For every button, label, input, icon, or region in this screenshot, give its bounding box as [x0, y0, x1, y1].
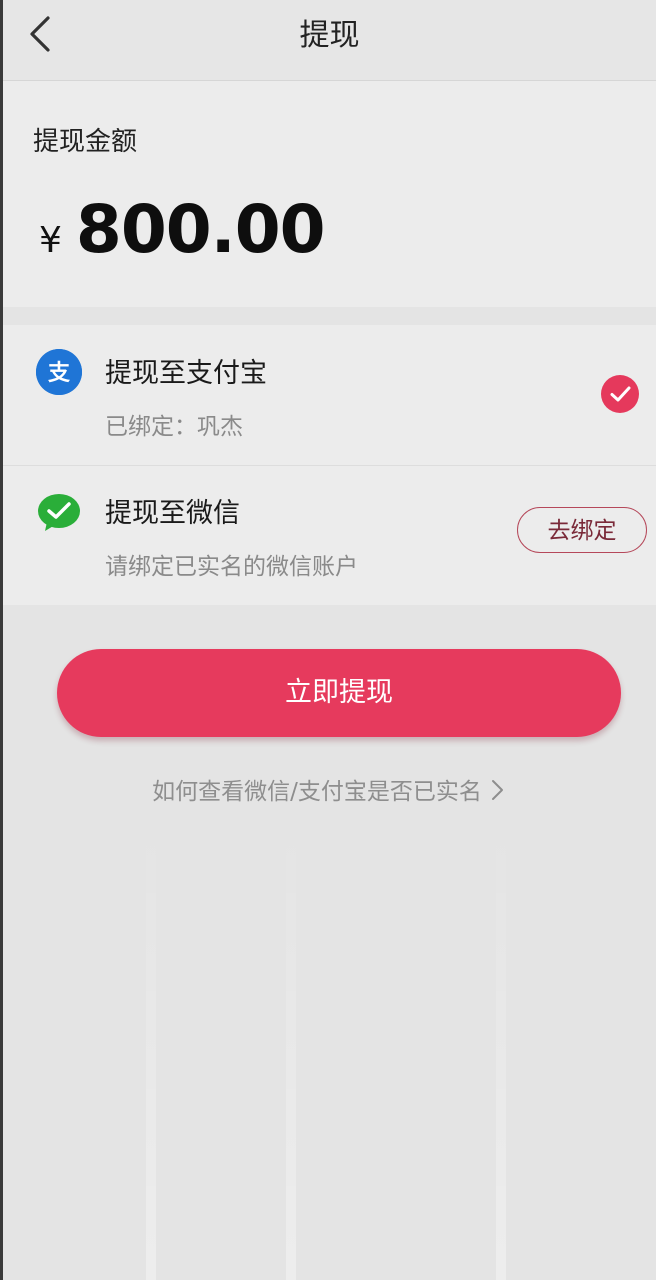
- selected-check-icon[interactable]: [601, 375, 639, 413]
- realname-help-link[interactable]: 如何查看微信/支付宝是否已实名: [0, 772, 656, 808]
- amount-value: 800.00: [75, 191, 326, 268]
- currency-symbol: ¥: [39, 220, 62, 261]
- withdraw-now-button[interactable]: 立即提现: [57, 649, 621, 737]
- alipay-icon: 支: [36, 349, 82, 395]
- option-wechat[interactable]: 提现至微信 请绑定已实名的微信账户 去绑定: [3, 465, 656, 605]
- svg-text:支: 支: [48, 361, 71, 386]
- help-link-label: 如何查看微信/支付宝是否已实名: [152, 779, 482, 805]
- option-subtitle: 请绑定已实名的微信账户: [105, 554, 358, 580]
- bind-wechat-button[interactable]: 去绑定: [517, 507, 647, 553]
- withdraw-options: 支 提现至支付宝 已绑定：巩杰 提现至微信 请绑定已实名的微信账户 去绑定: [3, 325, 656, 605]
- amount-display: ¥ 800.00: [39, 191, 326, 268]
- chevron-right-icon: [490, 778, 504, 808]
- option-alipay[interactable]: 支 提现至支付宝 已绑定：巩杰: [3, 325, 656, 466]
- option-title: 提现至微信: [105, 498, 240, 529]
- wechat-icon: [36, 489, 82, 535]
- amount-label: 提现金额: [33, 127, 138, 157]
- background-artifact: [496, 820, 506, 1280]
- background-artifact: [286, 820, 296, 1280]
- option-title: 提现至支付宝: [105, 358, 267, 389]
- option-subtitle: 已绑定：巩杰: [105, 414, 243, 440]
- background-artifact: [146, 820, 156, 1280]
- page-title: 提现: [299, 18, 360, 53]
- amount-card: 提现金额 ¥ 800.00: [3, 81, 656, 307]
- nav-bar: 提现: [3, 0, 656, 81]
